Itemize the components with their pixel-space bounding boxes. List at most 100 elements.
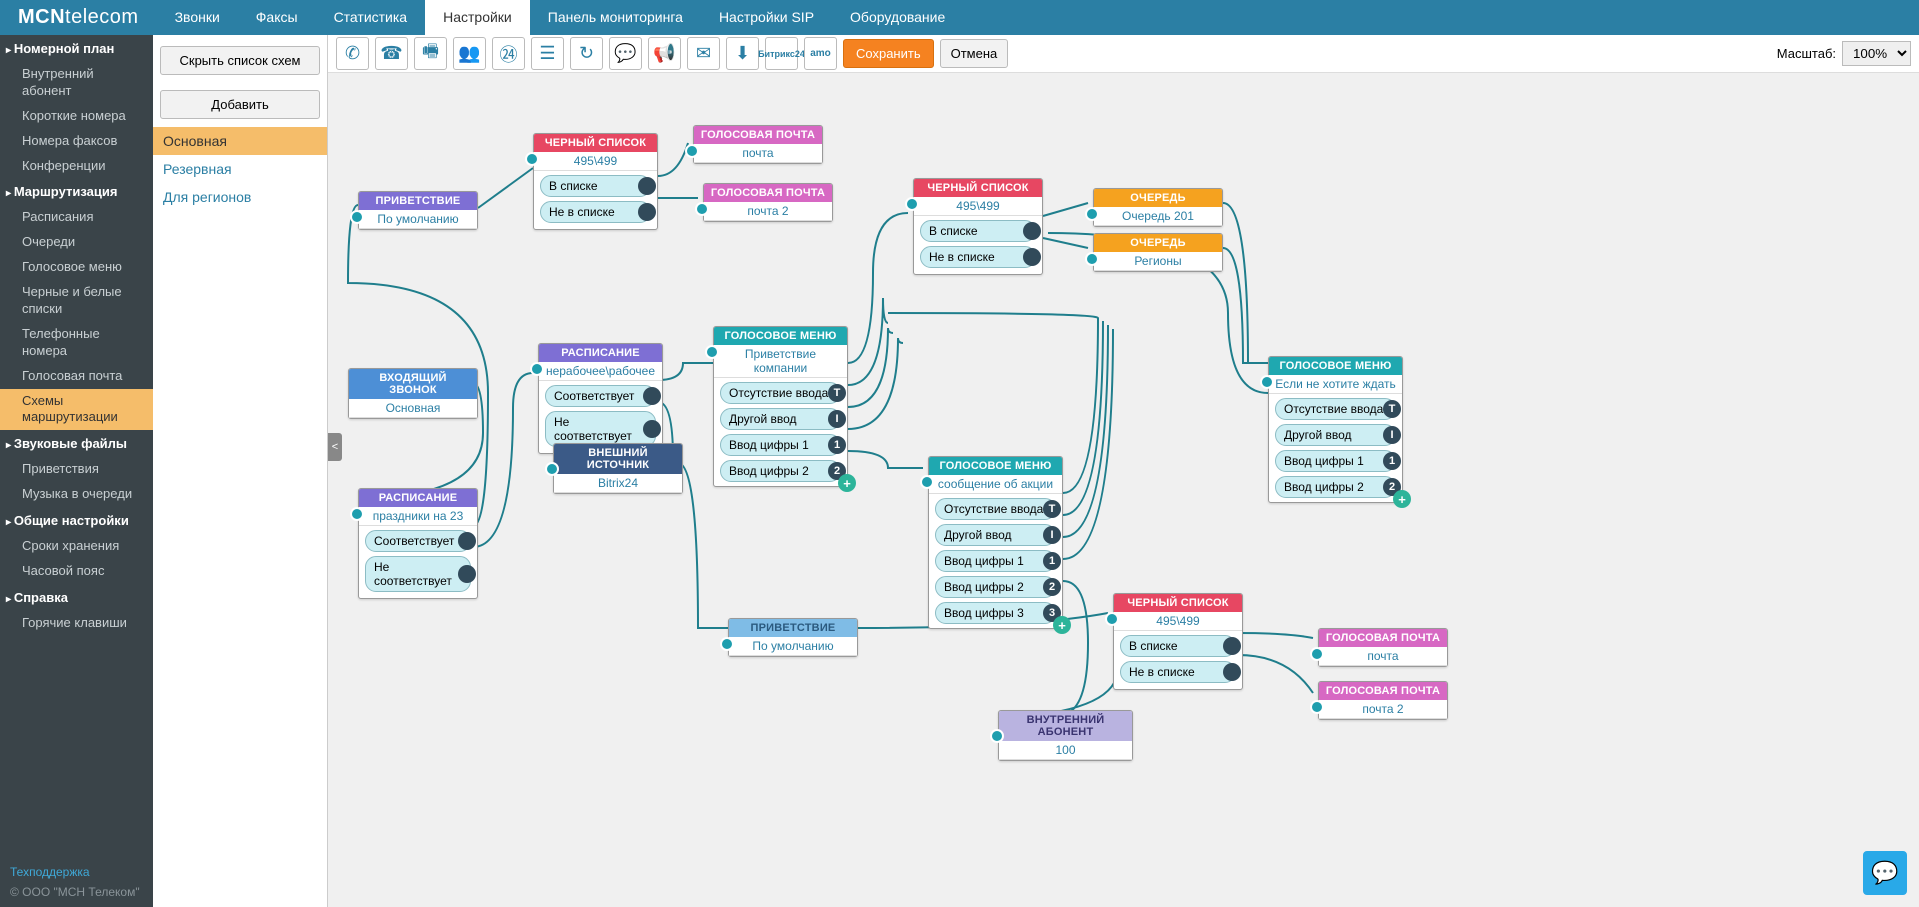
port-out[interactable]: [638, 177, 656, 195]
node-output[interactable]: Ввод цифры 22: [720, 460, 841, 482]
node-output[interactable]: Не в списке: [540, 201, 651, 223]
sidebar-group-title[interactable]: Маршрутизация: [0, 178, 153, 205]
tool-mail-icon[interactable]: ✉: [687, 37, 720, 70]
node-queue-2[interactable]: ОЧЕРЕДЬ Регионы: [1093, 233, 1223, 272]
add-output-button[interactable]: +: [838, 474, 856, 492]
node-external-source[interactable]: ВНЕШНИЙ ИСТОЧНИК Bitrix24: [553, 443, 683, 494]
node-output[interactable]: Ввод цифры 33: [935, 602, 1056, 624]
node-voicemail-4[interactable]: ГОЛОСОВАЯ ПОЧТА почта 2: [1318, 681, 1448, 720]
scheme-list-item[interactable]: Резервная: [153, 155, 327, 183]
tool-list-icon[interactable]: ☰: [531, 37, 564, 70]
tool-dial-icon[interactable]: ☎: [375, 37, 408, 70]
node-output[interactable]: Не в списке: [1120, 661, 1236, 683]
tool-chat-icon[interactable]: 💬: [609, 37, 642, 70]
sidebar-item[interactable]: Музыка в очереди: [0, 482, 153, 507]
sidebar-item[interactable]: Короткие номера: [0, 104, 153, 129]
port-in[interactable]: [1310, 700, 1324, 714]
port-out[interactable]: [638, 203, 656, 221]
node-output[interactable]: Другой вводI: [720, 408, 841, 430]
node-output[interactable]: Отсутствие вводаT: [935, 498, 1056, 520]
node-output[interactable]: Ввод цифры 22: [935, 576, 1056, 598]
sidebar-item[interactable]: Сроки хранения: [0, 534, 153, 559]
port-in[interactable]: [1260, 375, 1274, 389]
sidebar-item[interactable]: Приветствия: [0, 457, 153, 482]
sidebar-group-title[interactable]: Звуковые файлы: [0, 430, 153, 457]
topnav-item[interactable]: Панель мониторинга: [530, 0, 701, 35]
node-internal-abonent[interactable]: ВНУТРЕННИЙ АБОНЕНТ 100: [998, 710, 1133, 761]
port-in[interactable]: [545, 462, 559, 476]
node-output[interactable]: Не в списке: [920, 246, 1036, 268]
sidebar-group-title[interactable]: Справка: [0, 584, 153, 611]
port-in[interactable]: [350, 210, 364, 224]
node-blacklist-1[interactable]: ЧЕРНЫЙ СПИСОК 495\499 В списке Не в спис…: [533, 133, 658, 230]
topnav-item[interactable]: Статистика: [316, 0, 426, 35]
sidebar-item[interactable]: Схемы маршрутизации: [0, 389, 153, 431]
node-output[interactable]: Ввод цифры 11: [1275, 450, 1396, 472]
tool-redirect-icon[interactable]: ↻: [570, 37, 603, 70]
node-blacklist-2[interactable]: ЧЕРНЫЙ СПИСОК 495\499 В списке Не в спис…: [913, 178, 1043, 275]
sidebar-item[interactable]: Голосовая почта: [0, 364, 153, 389]
port-in[interactable]: [1085, 252, 1099, 266]
node-output[interactable]: Ввод цифры 22: [1275, 476, 1396, 498]
sidebar-item[interactable]: Расписания: [0, 205, 153, 230]
node-schedule-2[interactable]: РАСПИСАНИЕ праздники на 23 Соответствует…: [358, 488, 478, 599]
node-queue-1[interactable]: ОЧЕРЕДЬ Очередь 201: [1093, 188, 1223, 227]
hide-schemes-button[interactable]: Скрыть список схем: [160, 46, 320, 75]
node-output[interactable]: Ввод цифры 11: [935, 550, 1056, 572]
tool-announce-icon[interactable]: 📢: [648, 37, 681, 70]
zoom-select[interactable]: 100%: [1842, 41, 1911, 66]
node-schedule-1[interactable]: РАСПИСАНИЕ нерабочее\рабочее Соответству…: [538, 343, 663, 454]
port-out[interactable]: [1023, 222, 1041, 240]
scheme-list-item[interactable]: Для регионов: [153, 183, 327, 211]
node-ivr-3[interactable]: ГОЛОСОВОЕ МЕНЮ Если не хотите ждать Отсу…: [1268, 356, 1403, 503]
tool-phone-icon[interactable]: ✆: [336, 37, 369, 70]
node-incoming-call[interactable]: ВХОДЯЩИЙ ЗВОНОК Основная: [348, 368, 478, 419]
topnav-item[interactable]: Факсы: [238, 0, 316, 35]
sidebar-item[interactable]: Номера факсов: [0, 129, 153, 154]
port-in[interactable]: [685, 144, 699, 158]
node-blacklist-3[interactable]: ЧЕРНЫЙ СПИСОК 495\499 В списке Не в спис…: [1113, 593, 1243, 690]
node-ivr-1[interactable]: ГОЛОСОВОЕ МЕНЮ Приветствие компании Отсу…: [713, 326, 848, 487]
port-out[interactable]: [458, 565, 476, 583]
node-output[interactable]: В списке: [540, 175, 651, 197]
sidebar-item[interactable]: Очереди: [0, 230, 153, 255]
port-in[interactable]: [530, 362, 544, 376]
add-output-button[interactable]: +: [1053, 616, 1071, 634]
sidebar-item[interactable]: Телефонные номера: [0, 322, 153, 364]
node-output[interactable]: Соответствует: [365, 530, 471, 552]
tool-group-icon[interactable]: 👥: [453, 37, 486, 70]
add-scheme-button[interactable]: Добавить: [160, 90, 320, 119]
scheme-list-item[interactable]: Основная: [153, 127, 327, 155]
tool-fax-icon[interactable]: 🖷: [414, 37, 447, 70]
tool-download-icon[interactable]: ⬇: [726, 37, 759, 70]
sidebar-item[interactable]: Голосовое меню: [0, 255, 153, 280]
node-output[interactable]: В списке: [1120, 635, 1236, 657]
node-output[interactable]: Не соответствует: [545, 411, 656, 447]
sidebar-item[interactable]: Горячие клавиши: [0, 611, 153, 636]
node-voicemail-2[interactable]: ГОЛОСОВАЯ ПОЧТА почта 2: [703, 183, 833, 222]
node-ivr-2[interactable]: ГОЛОСОВОЕ МЕНЮ сообщение об акции Отсутс…: [928, 456, 1063, 629]
node-greeting-1[interactable]: ПРИВЕТСТВИЕ По умолчанию: [358, 191, 478, 230]
tool-bitrix-icon[interactable]: Битрикс24: [765, 37, 798, 70]
add-output-button[interactable]: +: [1393, 490, 1411, 508]
sidebar-group-title[interactable]: Общие настройки: [0, 507, 153, 534]
node-output[interactable]: Отсутствие вводаT: [1275, 398, 1396, 420]
port-in[interactable]: [705, 345, 719, 359]
sidebar-item[interactable]: Внутренний абонент: [0, 62, 153, 104]
port-in[interactable]: [525, 152, 539, 166]
save-button[interactable]: Сохранить: [843, 39, 934, 68]
tool-24-icon[interactable]: ㉔: [492, 37, 525, 70]
topnav-item[interactable]: Оборудование: [832, 0, 963, 35]
port-in[interactable]: [1310, 647, 1324, 661]
node-output[interactable]: Ввод цифры 11: [720, 434, 841, 456]
port-in[interactable]: [695, 202, 709, 216]
sidebar-item[interactable]: Конференции: [0, 154, 153, 179]
topnav-item[interactable]: Настройки: [425, 0, 530, 35]
port-in[interactable]: [990, 729, 1004, 743]
port-out[interactable]: [458, 532, 476, 550]
node-output[interactable]: Не соответствует: [365, 556, 471, 592]
flow-canvas[interactable]: <: [328, 73, 1919, 907]
port-out[interactable]: [1023, 248, 1041, 266]
node-voicemail-1[interactable]: ГОЛОСОВАЯ ПОЧТА почта: [693, 125, 823, 164]
cancel-button[interactable]: Отмена: [940, 39, 1009, 68]
